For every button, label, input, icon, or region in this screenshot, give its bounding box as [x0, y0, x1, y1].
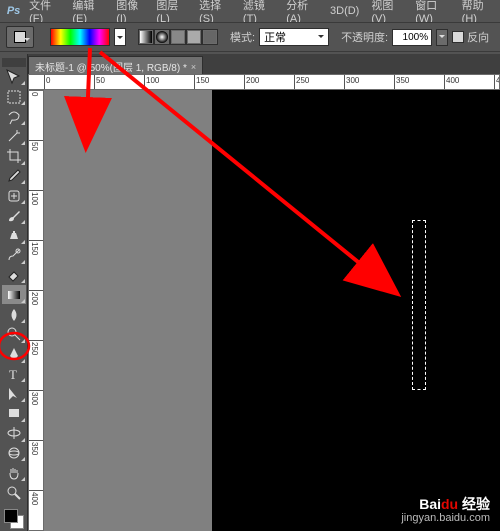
document-tab-bar: 未标题-1 @ 50%(图层 1, RGB/8) * × [28, 54, 500, 74]
toolbox-grip[interactable] [2, 58, 26, 67]
eraser-tool[interactable] [2, 266, 26, 285]
gradient-tool[interactable] [2, 285, 26, 304]
pen-tool[interactable] [2, 345, 26, 364]
menu-bar: Ps 文件(F) 编辑(E) 图像(I) 图层(L) 选择(S) 滤镜(T) 分… [0, 0, 500, 22]
selection-marquee [412, 220, 426, 390]
watermark-url: jingyan.baidu.com [401, 511, 490, 525]
move-tool[interactable] [2, 68, 26, 87]
document-tab[interactable]: 未标题-1 @ 50%(图层 1, RGB/8) * × [28, 56, 203, 74]
opacity-input[interactable]: 100% [392, 29, 432, 46]
hand-tool[interactable] [2, 463, 26, 482]
diamond-gradient-icon[interactable] [202, 29, 218, 45]
svg-text:T: T [9, 367, 17, 382]
app-frame: Ps 文件(F) 编辑(E) 图像(I) 图层(L) 选择(S) 滤镜(T) 分… [0, 0, 500, 531]
vertical-ruler[interactable]: 0 50 100 150 200 250 300 350 400 [28, 90, 44, 531]
spot-heal-tool[interactable] [2, 186, 26, 205]
blur-tool[interactable] [2, 305, 26, 324]
canvas-area[interactable] [44, 90, 500, 531]
angle-gradient-icon[interactable] [170, 29, 186, 45]
3d-rotate-tool[interactable] [2, 424, 26, 443]
crop-tool[interactable] [2, 147, 26, 166]
magic-wand-tool[interactable] [2, 127, 26, 146]
opacity-label: 不透明度: [341, 29, 388, 45]
3d-orbit-tool[interactable] [2, 444, 26, 463]
menu-3d[interactable]: 3D(D) [324, 3, 365, 19]
eyedropper-tool[interactable] [2, 167, 26, 186]
opacity-dropdown[interactable] [436, 29, 448, 46]
reverse-checkbox-group[interactable]: 反向 [452, 29, 489, 45]
gradient-type-group [138, 29, 218, 45]
rectangle-shape-tool[interactable] [2, 404, 26, 423]
reflected-gradient-icon[interactable] [186, 29, 202, 45]
mode-label: 模式: [230, 29, 255, 45]
gradient-preview[interactable] [50, 28, 110, 46]
watermark: Baidu 经验 jingyan.baidu.com [401, 497, 490, 525]
path-select-tool[interactable] [2, 384, 26, 403]
document-canvas[interactable] [212, 90, 500, 531]
opacity-value: 100% [403, 32, 429, 43]
foreground-background-swatches[interactable] [2, 507, 26, 531]
toolbox: T [0, 54, 28, 531]
marquee-tool[interactable] [2, 87, 26, 106]
blend-mode-select[interactable]: 正常 [259, 28, 329, 46]
horizontal-ruler[interactable]: 400 350 300 250 200 150 100 50 0 50 100 … [28, 74, 500, 90]
tab-title: 未标题-1 @ 50%(图层 1, RGB/8) * [35, 59, 187, 74]
blend-mode-value: 正常 [264, 29, 286, 45]
canvas-background [212, 90, 500, 531]
foreground-color-swatch[interactable] [4, 509, 18, 523]
tool-preset-picker[interactable] [6, 26, 34, 48]
reverse-checkbox[interactable] [452, 31, 464, 43]
zoom-tool[interactable] [2, 483, 26, 502]
type-tool[interactable]: T [2, 365, 26, 384]
clone-stamp-tool[interactable] [2, 226, 26, 245]
brush-tool[interactable] [2, 206, 26, 225]
linear-gradient-icon[interactable] [138, 29, 154, 45]
close-tab-icon[interactable]: × [191, 62, 196, 72]
lasso-tool[interactable] [2, 107, 26, 126]
reverse-label: 反向 [467, 29, 489, 45]
history-brush-tool[interactable] [2, 246, 26, 265]
radial-gradient-icon[interactable] [154, 29, 170, 45]
dodge-tool[interactable] [2, 325, 26, 344]
gradient-dropdown[interactable] [114, 28, 126, 46]
options-bar: 模式: 正常 不透明度: 100% 反向 [0, 22, 500, 52]
ps-logo: Ps [4, 2, 23, 20]
